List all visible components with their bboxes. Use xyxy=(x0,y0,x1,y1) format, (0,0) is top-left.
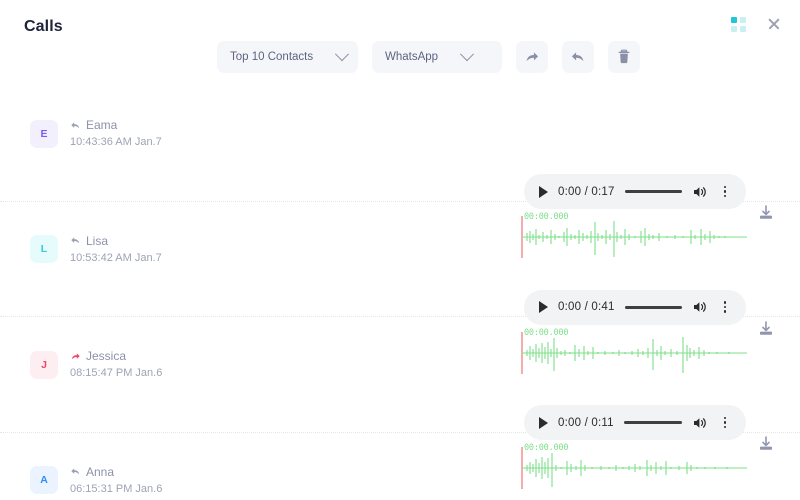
volume-icon[interactable] xyxy=(692,184,708,200)
incoming-call-arrow-icon xyxy=(71,237,80,244)
trash-icon xyxy=(618,49,630,64)
incoming-call-arrow-icon xyxy=(71,468,80,475)
forward-button[interactable] xyxy=(516,41,548,73)
delete-button[interactable] xyxy=(608,41,640,73)
reply-button[interactable] xyxy=(562,41,594,73)
waveform-time-label: 00:00.000 xyxy=(524,327,569,338)
page-title: Calls xyxy=(24,18,63,35)
grid-cell-1 xyxy=(731,16,737,23)
close-icon[interactable] xyxy=(766,16,782,32)
play-icon[interactable] xyxy=(539,416,548,429)
filter-toolbar: Top 10 Contacts WhatsApp xyxy=(217,41,640,73)
table-row[interactable]: A Anna 06:15:31 PM Jan.6 0:00 / 0:09 xyxy=(0,433,800,500)
contact-name: Lisa xyxy=(86,233,109,248)
kebab-dot-3 xyxy=(723,310,727,313)
chevron-down-icon xyxy=(459,47,475,62)
contact-name: Anna xyxy=(86,464,115,479)
avatar-letter: A xyxy=(40,474,48,487)
panel-header: Calls xyxy=(0,0,800,42)
call-name-line: Anna xyxy=(70,464,162,480)
header-actions xyxy=(731,16,782,32)
avatar-letter: J xyxy=(41,358,47,371)
audio-time-display: 0:00 / 0:11 xyxy=(558,416,614,429)
kebab-dot-2 xyxy=(723,421,727,424)
call-timestamp: 08:15:47 PM Jan.6 xyxy=(70,367,163,380)
call-timestamp: 10:43:36 AM Jan.7 xyxy=(70,136,162,149)
call-name-line: Jessica xyxy=(70,348,162,364)
avatar: J xyxy=(30,350,58,379)
contact-name: Eama xyxy=(86,118,118,132)
forward-arrow-icon xyxy=(526,52,539,62)
incoming-call-arrow-icon xyxy=(71,121,80,128)
kebab-dot-3 xyxy=(723,194,727,198)
call-name-line: Eama xyxy=(70,117,162,133)
chevron-down-icon xyxy=(335,47,350,62)
avatar-letter: L xyxy=(40,243,48,256)
table-row[interactable]: J Jessica 08:15:47 PM Jan.6 0:00 / 0:11 xyxy=(0,317,800,489)
grid-cell-4 xyxy=(740,25,746,32)
avatar: E xyxy=(30,119,58,148)
play-icon[interactable] xyxy=(539,185,548,198)
table-row[interactable]: L Lisa 10:53:42 AM Jan.7 0:00 / 0:41 00:… xyxy=(0,202,800,374)
kebab-dot-1 xyxy=(723,416,727,420)
calls-panel: Calls Top 10 Contacts WhatsApp E Eama 10… xyxy=(0,0,800,500)
audio-seek-bar[interactable] xyxy=(623,421,682,424)
kebab-dot-3 xyxy=(723,425,727,429)
call-meta: Anna 06:15:31 PM Jan.6 xyxy=(70,464,162,497)
call-contact-block: A Anna 06:15:31 PM Jan.6 xyxy=(30,464,162,497)
outgoing-call-arrow-icon xyxy=(71,352,80,359)
audio-seek-bar[interactable] xyxy=(624,305,682,309)
call-meta: Lisa 10:53:42 AM Jan.7 xyxy=(70,233,162,266)
call-contact-block: E Eama 10:43:36 AM Jan.7 xyxy=(30,117,162,150)
kebab-dot-1 xyxy=(723,185,727,189)
audio-time-display: 0:00 / 0:41 xyxy=(558,301,615,313)
kebab-dot-2 xyxy=(723,190,727,193)
call-meta: Jessica 08:15:47 PM Jan.6 xyxy=(70,348,162,381)
grid-apps-icon[interactable] xyxy=(731,16,746,32)
kebab-menu-icon[interactable] xyxy=(718,301,732,313)
channel-filter-dropdown[interactable]: WhatsApp xyxy=(372,41,502,73)
volume-icon[interactable] xyxy=(692,415,708,431)
grid-cell-3 xyxy=(731,25,737,32)
kebab-menu-icon[interactable] xyxy=(718,185,732,198)
reply-arrow-icon xyxy=(571,52,584,62)
call-name-line: Lisa xyxy=(70,233,162,249)
grid-cell-2 xyxy=(740,16,746,23)
kebab-menu-icon[interactable] xyxy=(718,416,732,429)
kebab-dot-2 xyxy=(723,305,727,309)
call-timestamp: 10:53:42 AM Jan.7 xyxy=(70,251,162,264)
contacts-filter-dropdown[interactable]: Top 10 Contacts xyxy=(217,41,358,73)
call-contact-block: J Jessica 08:15:47 PM Jan.6 xyxy=(30,348,162,381)
call-meta: Eama 10:43:36 AM Jan.7 xyxy=(70,117,162,150)
waveform-time-label: 00:00.000 xyxy=(524,443,569,453)
contact-name: Jessica xyxy=(86,349,127,363)
avatar: A xyxy=(30,466,58,495)
avatar: L xyxy=(30,235,58,264)
play-icon[interactable] xyxy=(539,301,548,313)
table-row[interactable]: E Eama 10:43:36 AM Jan.7 0:00 / 0:17 00:… xyxy=(0,86,800,258)
avatar-letter: E xyxy=(40,127,48,140)
volume-icon[interactable] xyxy=(692,299,708,315)
waveform-time-label: 00:00.000 xyxy=(524,212,569,222)
contacts-filter-label: Top 10 Contacts xyxy=(230,51,314,63)
channel-filter-label: WhatsApp xyxy=(385,51,439,63)
call-contact-block: L Lisa 10:53:42 AM Jan.7 xyxy=(30,233,162,266)
kebab-dot-1 xyxy=(723,301,727,304)
audio-seek-bar[interactable] xyxy=(624,190,682,193)
calls-list: E Eama 10:43:36 AM Jan.7 0:00 / 0:17 00:… xyxy=(0,86,800,500)
call-timestamp: 06:15:31 PM Jan.6 xyxy=(70,482,163,495)
audio-time-display: 0:00 / 0:17 xyxy=(558,185,615,198)
